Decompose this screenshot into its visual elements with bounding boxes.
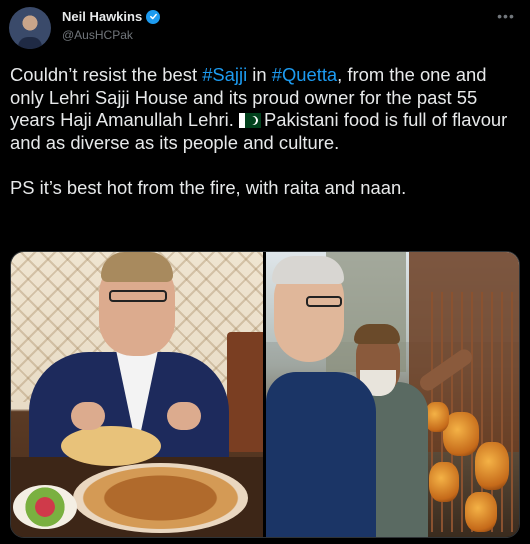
author-handle[interactable]: @AusHCPak — [62, 28, 133, 42]
tweet-text: Couldn’t resist the best #Sajji in #Quet… — [10, 64, 522, 200]
tweet-media — [10, 251, 520, 538]
avatar[interactable] — [9, 7, 51, 49]
photo-sajji-skewers-with-owner[interactable] — [266, 252, 519, 537]
tweet-text-segment: in — [247, 64, 272, 85]
author-name-row[interactable]: Neil Hawkins — [62, 9, 161, 24]
hashtag-quetta[interactable]: #Quetta — [272, 64, 337, 85]
verified-badge-icon — [146, 9, 161, 24]
author-name[interactable]: Neil Hawkins — [62, 9, 142, 24]
photo-man-eating-sajji[interactable] — [11, 252, 263, 537]
pakistan-flag-icon — [238, 113, 261, 129]
hashtag-sajji[interactable]: #Sajji — [202, 64, 247, 85]
tweet-paragraph-2: PS it’s best hot from the fire, with rai… — [10, 176, 407, 198]
tweet-text-segment: Couldn’t resist the best — [10, 64, 203, 85]
tweet-paragraph-1: Couldn’t resist the best #Sajji in #Quet… — [10, 64, 522, 154]
more-options-icon[interactable]: ••• — [496, 6, 516, 26]
checkmark-icon — [149, 13, 157, 20]
